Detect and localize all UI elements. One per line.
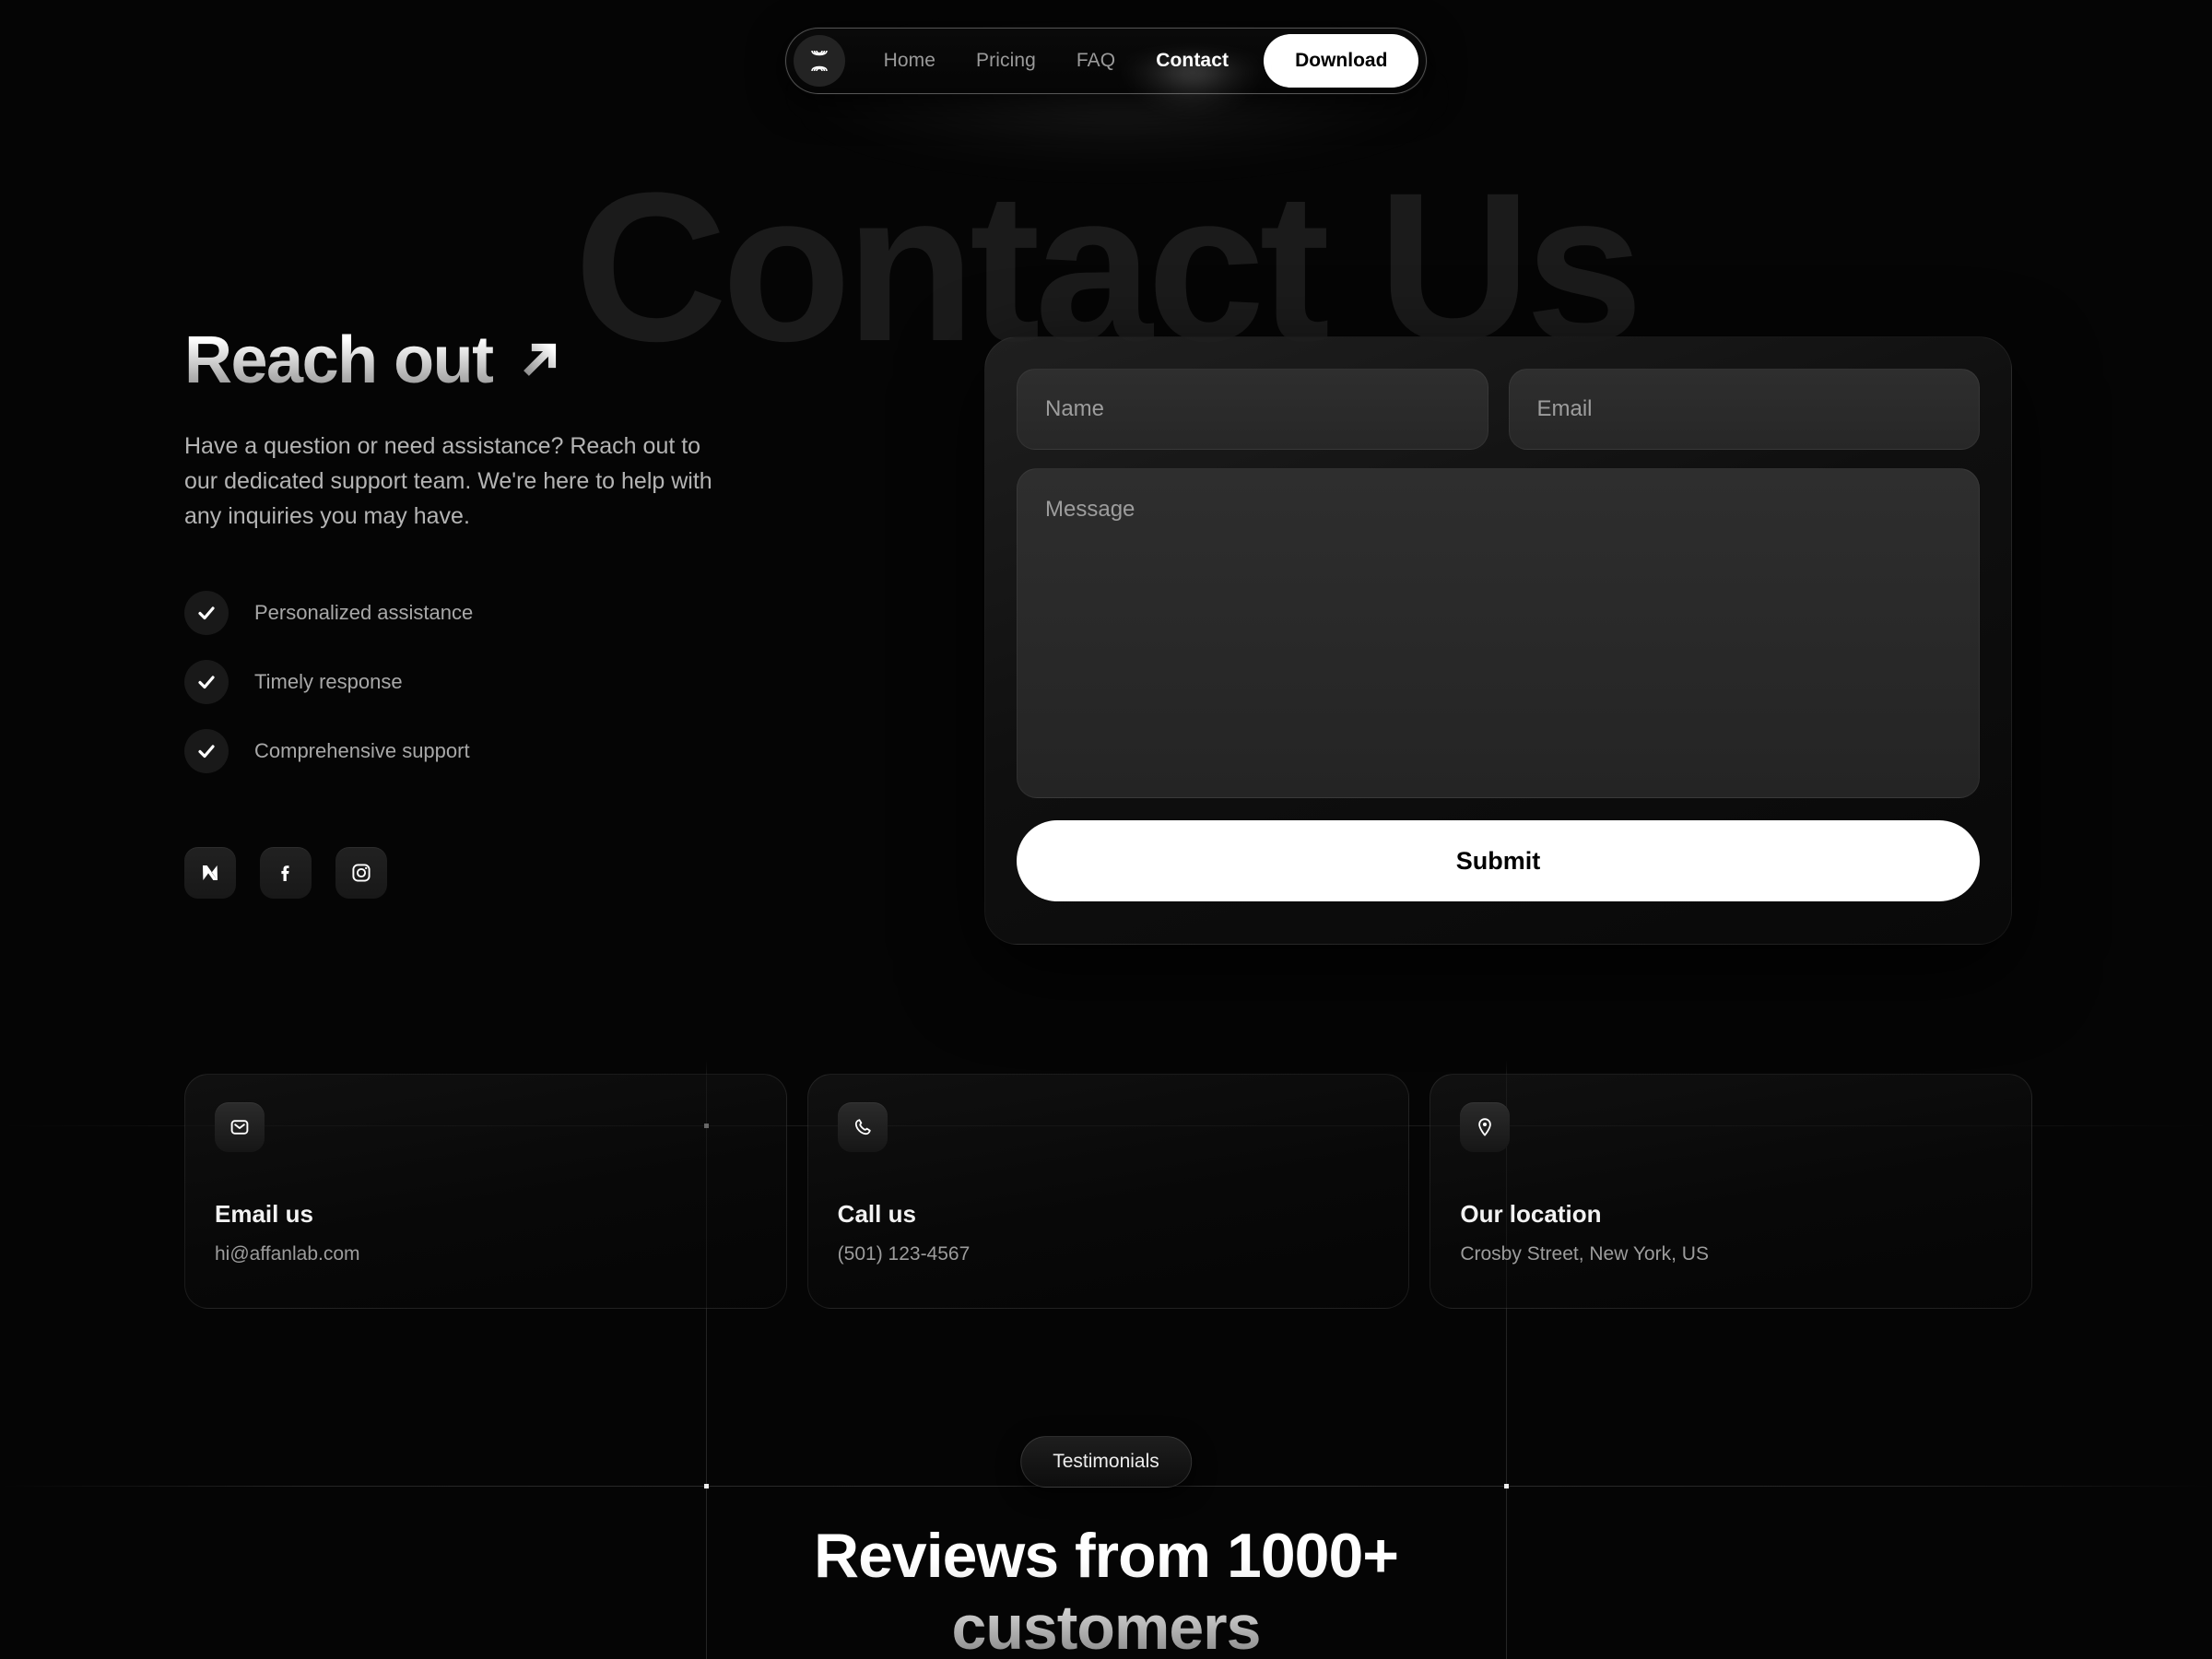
check-icon xyxy=(184,729,229,773)
card-detail: (501) 123-4567 xyxy=(837,1243,971,1265)
download-button[interactable]: Download xyxy=(1264,34,1419,88)
check-icon xyxy=(184,591,229,635)
list-item: Timely response xyxy=(184,660,940,704)
email-us-card[interactable]: Email us hi@affanlab.com xyxy=(184,1074,787,1309)
nav-links: Home Pricing FAQ Contact xyxy=(864,28,1250,94)
email-input[interactable] xyxy=(1508,369,1980,450)
checklist-label: Comprehensive support xyxy=(254,739,470,762)
nav-link-faq[interactable]: FAQ xyxy=(1056,28,1135,94)
form-row-name-email xyxy=(1017,369,1980,450)
nav-link-contact[interactable]: Contact xyxy=(1135,28,1249,94)
message-textarea[interactable] xyxy=(1017,468,1980,798)
pin-icon xyxy=(1460,1102,1511,1152)
name-input[interactable] xyxy=(1017,369,1488,450)
navbar: Home Pricing FAQ Contact Download xyxy=(784,28,1428,94)
social-links xyxy=(184,847,940,899)
list-item: Comprehensive support xyxy=(184,729,940,773)
checklist-label: Personalized assistance xyxy=(254,601,474,624)
page-title: Reach out xyxy=(184,324,494,397)
testimonials-heading: Reviews from 1000+ customers xyxy=(415,1521,1797,1659)
testimonials-heading-line2: customers xyxy=(951,1592,1261,1659)
submit-button[interactable]: Submit xyxy=(1017,820,1980,901)
instagram-icon[interactable] xyxy=(335,847,387,899)
hero-title-row: Reach out xyxy=(184,327,940,394)
affanlab-logo-icon[interactable] xyxy=(793,35,845,87)
our-location-card[interactable]: Our location Crosby Street, New York, US xyxy=(1430,1074,2033,1309)
list-item: Personalized assistance xyxy=(184,591,940,635)
nav-link-pricing[interactable]: Pricing xyxy=(956,28,1056,94)
mail-icon xyxy=(215,1102,265,1152)
grid-dot xyxy=(704,1484,709,1488)
phone-icon xyxy=(837,1102,888,1152)
card-title: Call us xyxy=(837,1200,916,1228)
card-title: Email us xyxy=(215,1200,313,1228)
contact-form: Submit xyxy=(984,336,2012,945)
testimonials-heading-line1: Reviews from 1000+ xyxy=(813,1521,1399,1591)
hero-left-column: Reach out Have a question or need assist… xyxy=(184,327,940,899)
checklist-label: Timely response xyxy=(254,670,403,693)
nav-link-home[interactable]: Home xyxy=(864,28,956,94)
testimonials-badge: Testimonials xyxy=(1020,1436,1192,1488)
facebook-icon[interactable] xyxy=(260,847,312,899)
grid-dot xyxy=(1504,1484,1509,1488)
feature-checklist: Personalized assistance Timely response … xyxy=(184,591,940,773)
card-detail: hi@affanlab.com xyxy=(215,1243,360,1265)
check-icon xyxy=(184,660,229,704)
x-twitter-icon[interactable] xyxy=(184,847,236,899)
card-detail: Crosby Street, New York, US xyxy=(1460,1243,1709,1265)
navbar-wrapper: Home Pricing FAQ Contact Download xyxy=(0,28,2212,166)
contact-info-cards: Email us hi@affanlab.com Call us (501) 1… xyxy=(184,1074,2033,1309)
call-us-card[interactable]: Call us (501) 123-4567 xyxy=(806,1074,1410,1309)
card-title: Our location xyxy=(1460,1200,1602,1228)
arrow-up-right-icon xyxy=(523,343,556,376)
hero-lead-paragraph: Have a question or need assistance? Reac… xyxy=(184,433,712,529)
contact-page: Contact Us Home Pricing FAQ Contact Down… xyxy=(0,0,2212,1659)
